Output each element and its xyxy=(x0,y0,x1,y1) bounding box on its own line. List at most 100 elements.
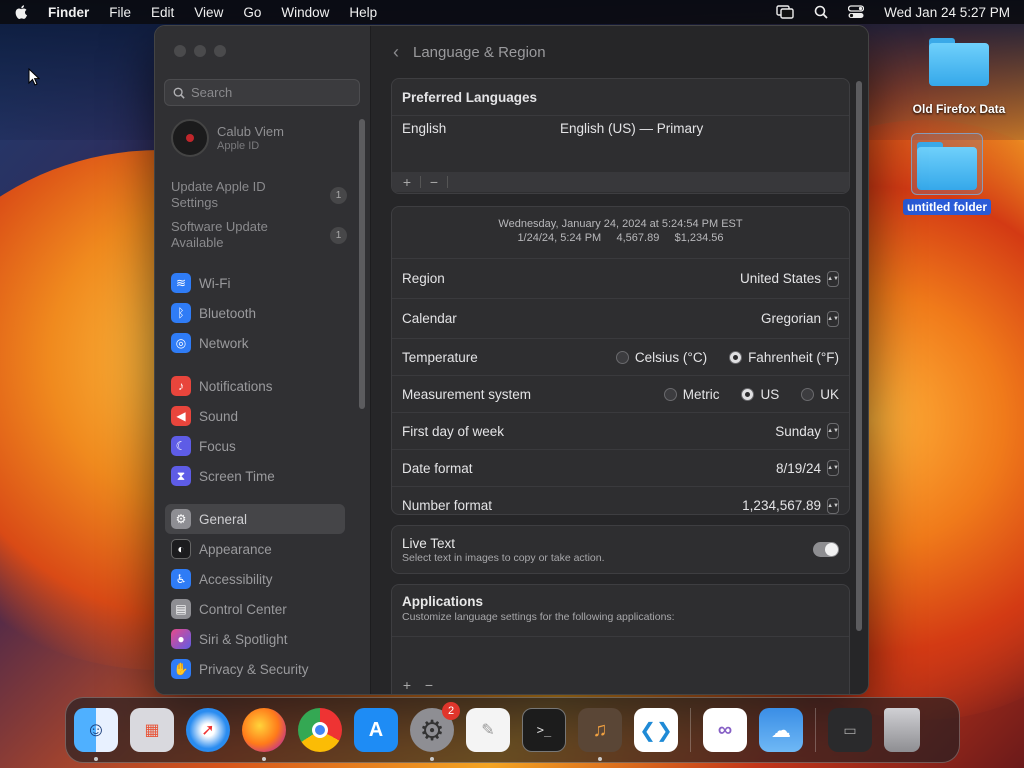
sidebar-item-siri-spotlight[interactable]: ● Siri & Spotlight xyxy=(165,624,345,654)
dock-visual-studio-icon[interactable]: ∞ xyxy=(703,708,747,752)
window-controls xyxy=(174,45,226,57)
radio-label: Fahrenheit (°F) xyxy=(748,349,839,365)
dock-firefox-icon[interactable] xyxy=(242,708,286,761)
applications-description: Customize language settings for the foll… xyxy=(402,611,675,623)
first-day-label: First day of week xyxy=(402,423,505,439)
sidebar-item-focus[interactable]: ☾ Focus xyxy=(165,431,345,461)
dock-textedit-icon[interactable]: ✎ xyxy=(466,708,510,752)
desktop-folder-untitled[interactable]: untitled folder xyxy=(903,133,991,215)
bluetooth-icon: ᛒ xyxy=(171,303,191,323)
notice-software-update[interactable]: Software Update Available 1 xyxy=(171,219,347,251)
first-day-select[interactable]: Sunday ▲▼ xyxy=(775,423,839,439)
dock-launchpad-icon[interactable]: ▦ xyxy=(130,708,174,752)
menu-go[interactable]: Go xyxy=(243,5,261,20)
date-format-select[interactable]: 8/19/24 ▲▼ xyxy=(776,460,839,476)
dock-system-settings-icon[interactable]: ⚙ 2 xyxy=(410,702,460,761)
hand-icon: ✋ xyxy=(171,659,191,679)
measurement-option-us[interactable]: US xyxy=(741,387,779,402)
search-input[interactable] xyxy=(191,85,351,100)
dock-chrome-icon[interactable] xyxy=(298,708,342,752)
radio-button[interactable] xyxy=(801,387,815,401)
remove-application-button[interactable]: − xyxy=(420,677,438,693)
dock-app-store-icon[interactable]: A xyxy=(354,708,398,752)
radio-button[interactable] xyxy=(741,387,755,401)
zoom-button[interactable] xyxy=(214,45,226,57)
back-chevron-icon[interactable]: ‹ xyxy=(393,42,399,63)
language-row[interactable]: English English (US) — Primary xyxy=(392,116,849,172)
sidebar-item-wifi[interactable]: ≋ Wi-Fi xyxy=(165,268,345,298)
sidebar-search[interactable] xyxy=(164,79,360,106)
sidebar-item-sound[interactable]: ◀ Sound xyxy=(165,401,345,431)
search-icon xyxy=(173,87,185,99)
menu-app-name[interactable]: Finder xyxy=(48,5,89,20)
mouse-cursor-icon xyxy=(28,68,40,86)
dock-terminal-icon[interactable]: >_ xyxy=(522,708,566,752)
notice-update-apple-id[interactable]: Update Apple ID Settings 1 xyxy=(171,179,347,211)
sidebar-item-privacy-security[interactable]: ✋ Privacy & Security xyxy=(165,654,345,684)
dock-finder-icon[interactable]: ☺ xyxy=(74,708,118,761)
temperature-option-celsius[interactable]: Celsius (°C) xyxy=(615,350,707,365)
sidebar-nav-network-group: ≋ Wi-Fi ᛒ Bluetooth ◎ Network xyxy=(165,268,345,358)
sidebar-item-label: Privacy & Security xyxy=(199,661,309,677)
dock-safari-icon[interactable]: ➚ xyxy=(186,708,230,752)
sidebar-item-label: Notifications xyxy=(199,378,273,394)
region-select[interactable]: United States ▲▼ xyxy=(739,270,839,287)
menu-edit[interactable]: Edit xyxy=(151,5,174,20)
temperature-option-fahrenheit[interactable]: Fahrenheit (°F) xyxy=(729,350,839,365)
sidebar-item-general[interactable]: ⚙ General xyxy=(165,504,345,534)
dock-trash-icon[interactable] xyxy=(884,708,920,752)
dock-guitar-icon[interactable]: ♫ xyxy=(578,708,622,761)
dock-separator xyxy=(815,708,816,752)
sidebar-item-screen-time[interactable]: ⧗ Screen Time xyxy=(165,461,345,491)
menu-clock[interactable]: Wed Jan 24 5:27 PM xyxy=(884,5,1010,20)
menu-file[interactable]: File xyxy=(109,5,131,20)
number-format-select[interactable]: 1,234,567.89 ▲▼ xyxy=(742,497,839,514)
number-format-row: Number format 1,234,567.89 ▲▼ xyxy=(392,487,849,514)
minimize-button[interactable] xyxy=(194,45,206,57)
menu-view[interactable]: View xyxy=(194,5,223,20)
apple-logo-icon[interactable] xyxy=(14,4,30,20)
radio-button[interactable] xyxy=(663,387,677,401)
running-indicator xyxy=(430,757,434,761)
sidebar-item-bluetooth[interactable]: ᛒ Bluetooth xyxy=(165,298,345,328)
spotlight-search-icon[interactable] xyxy=(814,5,828,19)
sidebar-item-label: Accessibility xyxy=(199,571,273,587)
measurement-option-uk[interactable]: UK xyxy=(801,387,839,402)
region-value: United States xyxy=(739,271,821,286)
sidebar-item-control-center[interactable]: ▤ Control Center xyxy=(165,594,345,624)
live-text-toggle[interactable] xyxy=(813,542,839,557)
menu-window[interactable]: Window xyxy=(281,5,329,20)
notification-badge: 2 xyxy=(442,702,460,720)
chevron-updown-icon: ▲▼ xyxy=(827,460,839,476)
applications-heading: Applications xyxy=(402,594,484,609)
sidebar-scrollbar[interactable] xyxy=(359,119,365,409)
dock-downloads-stack-icon[interactable]: ▭ xyxy=(828,708,872,752)
control-center-icon: ▤ xyxy=(171,599,191,619)
dock-weather-icon[interactable]: ☁ xyxy=(759,708,803,752)
sidebar-item-notifications[interactable]: ♪ Notifications xyxy=(165,371,345,401)
dock-vscode-icon[interactable]: ❮❯ xyxy=(634,708,678,752)
main-scrollbar[interactable] xyxy=(856,81,862,631)
measurement-option-metric[interactable]: Metric xyxy=(663,386,720,402)
close-button[interactable] xyxy=(174,45,186,57)
radio-button[interactable] xyxy=(729,350,743,364)
region-format-panel: Wednesday, January 24, 2024 at 5:24:54 P… xyxy=(391,206,850,515)
radio-label: Metric xyxy=(682,386,720,402)
remove-language-button[interactable]: − xyxy=(425,174,443,190)
language-detail: English (US) — Primary xyxy=(560,121,704,136)
running-indicator xyxy=(262,757,266,761)
apple-id-account[interactable]: Calub Viem Apple ID xyxy=(171,119,284,157)
desktop-folder-old-firefox-data[interactable]: Old Firefox Data xyxy=(906,38,1012,116)
sidebar-item-network[interactable]: ◎ Network xyxy=(165,328,345,358)
live-text-panel: Live Text Select text in images to copy … xyxy=(391,525,850,574)
calendar-select[interactable]: Gregorian ▲▼ xyxy=(761,310,839,327)
sidebar-item-appearance[interactable]: ◐ Appearance xyxy=(165,534,345,564)
add-language-button[interactable]: + xyxy=(398,174,416,190)
sidebar-item-accessibility[interactable]: ♿ Accessibility xyxy=(165,564,345,594)
settings-main: ‹ Language & Region Preferred Languages … xyxy=(371,26,868,694)
menu-help[interactable]: Help xyxy=(349,5,377,20)
radio-button[interactable] xyxy=(615,350,629,364)
control-center-icon[interactable] xyxy=(848,5,865,19)
screen-mirroring-icon[interactable] xyxy=(776,5,794,19)
add-application-button[interactable]: + xyxy=(398,677,416,693)
